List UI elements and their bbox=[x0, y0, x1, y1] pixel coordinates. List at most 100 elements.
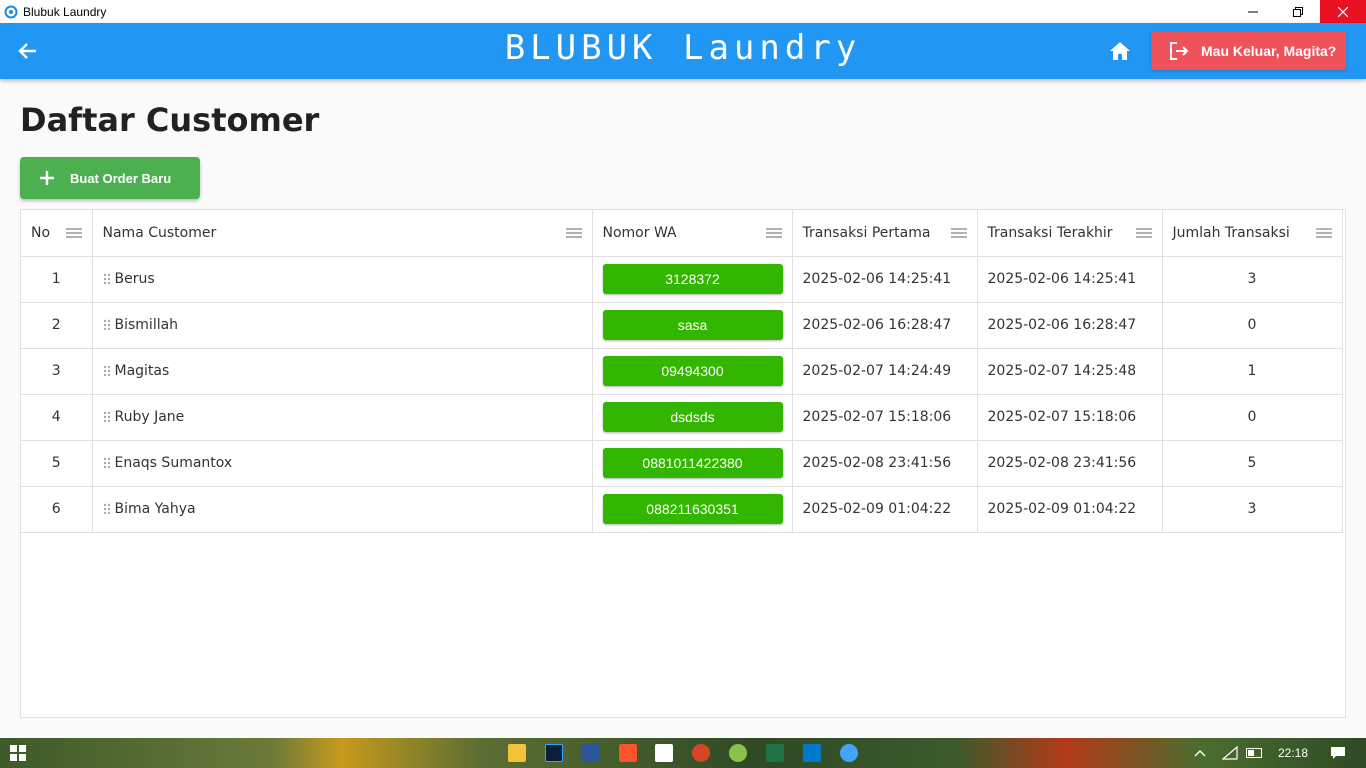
table-row: 4 Ruby Jane dsdsds 2025-02-07 15:18:06 2… bbox=[21, 394, 1343, 441]
close-button[interactable] bbox=[1320, 0, 1366, 23]
column-menu-icon[interactable] bbox=[65, 227, 82, 239]
table-row: 1 Berus 3128372 2025-02-06 14:25:41 2025… bbox=[21, 256, 1343, 303]
page-title: Daftar Customer bbox=[20, 101, 320, 139]
cell-name: Bima Yahya bbox=[92, 486, 593, 533]
cell-no: 2 bbox=[21, 302, 93, 349]
table-header-row: No Nama Customer Nomor WA Transaksi Pert… bbox=[21, 210, 1343, 257]
customer-name: Berus bbox=[114, 271, 155, 287]
battery-icon[interactable] bbox=[1245, 748, 1264, 758]
column-header-nomor-wa[interactable]: Nomor WA bbox=[592, 210, 793, 257]
cell-no: 3 bbox=[21, 348, 93, 395]
cell-name: Magitas bbox=[92, 348, 593, 395]
cell-transaction-count: 0 bbox=[1162, 302, 1343, 349]
cell-transaction-count: 0 bbox=[1162, 394, 1343, 441]
column-menu-icon[interactable] bbox=[1135, 227, 1152, 239]
cell-first-transaction: 2025-02-07 15:18:06 bbox=[792, 394, 978, 441]
whatsapp-button[interactable]: dsdsds bbox=[602, 402, 783, 432]
drag-handle-icon[interactable] bbox=[103, 457, 111, 469]
cell-no: 5 bbox=[21, 440, 93, 487]
whatsapp-button[interactable]: 09494300 bbox=[602, 356, 783, 386]
vscode-icon[interactable] bbox=[803, 744, 821, 762]
column-label: Transaksi Terakhir bbox=[987, 224, 1113, 241]
cell-name: Berus bbox=[92, 256, 593, 303]
customer-name: Bismillah bbox=[114, 317, 179, 333]
cell-name: Ruby Jane bbox=[92, 394, 593, 441]
customer-name: Enaqs Sumantox bbox=[114, 455, 233, 471]
system-tray: 22:18 bbox=[1194, 738, 1366, 768]
column-header-jumlah-transaksi[interactable]: Jumlah Transaksi bbox=[1162, 210, 1343, 257]
customer-name: Bima Yahya bbox=[114, 501, 196, 517]
cell-no: 6 bbox=[21, 486, 93, 533]
column-menu-icon[interactable] bbox=[765, 227, 782, 239]
app-bar: BLUBUK Laundry Mau Keluar, Magita? bbox=[0, 23, 1366, 79]
plus-icon bbox=[38, 169, 56, 187]
store-icon[interactable] bbox=[655, 744, 673, 762]
table-row: 6 Bima Yahya 088211630351 2025-02-09 01:… bbox=[21, 486, 1343, 533]
powerpoint-icon[interactable] bbox=[692, 744, 710, 762]
drag-handle-icon[interactable] bbox=[103, 503, 111, 515]
whatsapp-button[interactable]: 0881011422380 bbox=[602, 448, 783, 478]
cell-wa: 3128372 bbox=[592, 256, 793, 303]
cell-first-transaction: 2025-02-09 01:04:22 bbox=[792, 486, 978, 533]
app-icon[interactable] bbox=[729, 744, 747, 762]
cell-last-transaction: 2025-02-08 23:41:56 bbox=[977, 440, 1163, 487]
window-titlebar: Blubuk Laundry bbox=[0, 0, 1366, 23]
customer-table: No Nama Customer Nomor WA Transaksi Pert… bbox=[20, 209, 1346, 718]
notification-icon[interactable] bbox=[1330, 746, 1346, 760]
drag-handle-icon[interactable] bbox=[103, 411, 111, 423]
cell-first-transaction: 2025-02-06 14:25:41 bbox=[792, 256, 978, 303]
home-button[interactable] bbox=[1108, 39, 1132, 63]
cell-first-transaction: 2025-02-06 16:28:47 bbox=[792, 302, 978, 349]
cell-last-transaction: 2025-02-09 01:04:22 bbox=[977, 486, 1163, 533]
cell-wa: 0881011422380 bbox=[592, 440, 793, 487]
whatsapp-button[interactable]: 3128372 bbox=[602, 264, 783, 294]
customer-name: Ruby Jane bbox=[114, 409, 185, 425]
photoshop-icon[interactable] bbox=[545, 744, 563, 762]
drag-handle-icon[interactable] bbox=[103, 319, 111, 331]
column-header-transaksi-pertama[interactable]: Transaksi Pertama bbox=[792, 210, 978, 257]
customer-name: Magitas bbox=[114, 363, 170, 379]
blubuk-laundry-taskbar-icon[interactable] bbox=[840, 744, 858, 762]
cell-transaction-count: 1 bbox=[1162, 348, 1343, 395]
drag-handle-icon[interactable] bbox=[103, 273, 111, 285]
column-header-transaksi-terakhir[interactable]: Transaksi Terakhir bbox=[977, 210, 1163, 257]
excel-icon[interactable] bbox=[766, 744, 784, 762]
cell-wa: dsdsds bbox=[592, 394, 793, 441]
app-logo-icon bbox=[4, 5, 18, 19]
new-order-label: Buat Order Baru bbox=[70, 170, 172, 186]
table-row: 2 Bismillah sasa 2025-02-06 16:28:47 202… bbox=[21, 302, 1343, 349]
logout-button[interactable]: Mau Keluar, Magita? bbox=[1151, 31, 1346, 70]
column-header-no[interactable]: No bbox=[21, 210, 93, 257]
column-header-nama-customer[interactable]: Nama Customer bbox=[92, 210, 593, 257]
close-icon bbox=[1338, 6, 1348, 17]
whatsapp-button[interactable]: sasa bbox=[602, 310, 783, 340]
chevron-up-icon[interactable] bbox=[1194, 749, 1206, 757]
windows-taskbar: 22:18 bbox=[0, 738, 1366, 768]
window-title: Blubuk Laundry bbox=[23, 4, 107, 19]
cell-first-transaction: 2025-02-07 14:24:49 bbox=[792, 348, 978, 395]
cell-no: 1 bbox=[21, 256, 93, 303]
cell-wa: 09494300 bbox=[592, 348, 793, 395]
column-menu-icon[interactable] bbox=[1315, 227, 1332, 239]
cell-last-transaction: 2025-02-07 15:18:06 bbox=[977, 394, 1163, 441]
restore-icon bbox=[1292, 6, 1303, 17]
wifi-icon[interactable] bbox=[1221, 746, 1238, 760]
drag-handle-icon[interactable] bbox=[103, 365, 111, 377]
start-button[interactable] bbox=[0, 738, 36, 768]
cell-name: Enaqs Sumantox bbox=[92, 440, 593, 487]
file-explorer-icon[interactable] bbox=[508, 744, 526, 762]
cell-wa: 088211630351 bbox=[592, 486, 793, 533]
column-menu-icon[interactable] bbox=[565, 227, 582, 239]
brave-browser-icon[interactable] bbox=[619, 744, 637, 762]
whatsapp-button[interactable]: 088211630351 bbox=[602, 494, 783, 524]
column-menu-icon[interactable] bbox=[950, 227, 967, 239]
minimize-button[interactable] bbox=[1230, 0, 1275, 23]
cell-last-transaction: 2025-02-06 14:25:41 bbox=[977, 256, 1163, 303]
column-label: Nama Customer bbox=[102, 224, 217, 241]
word-icon[interactable] bbox=[582, 744, 600, 762]
cell-transaction-count: 5 bbox=[1162, 440, 1343, 487]
minimize-icon bbox=[1247, 11, 1258, 12]
restore-button[interactable] bbox=[1275, 0, 1320, 23]
clock[interactable]: 22:18 bbox=[1278, 746, 1308, 760]
new-order-button[interactable]: Buat Order Baru bbox=[20, 157, 200, 199]
